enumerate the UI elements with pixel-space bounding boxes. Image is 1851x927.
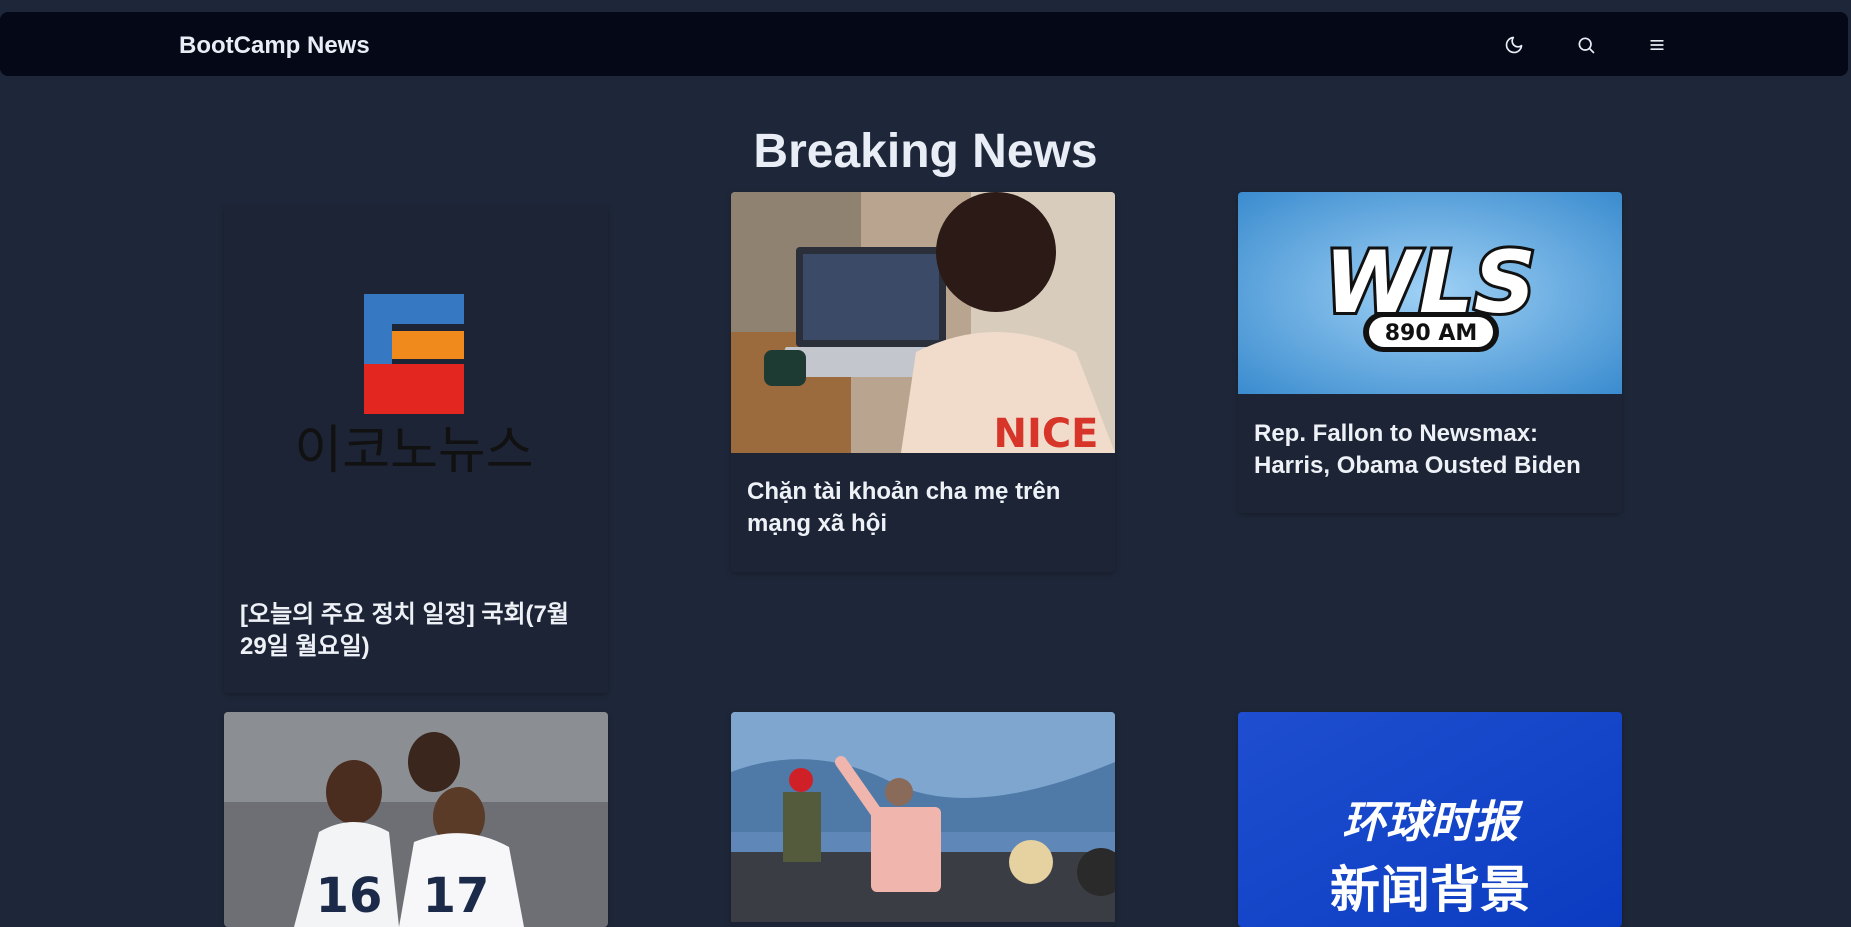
- news-card[interactable]: 이코노뉴스 [오늘의 주요 정치 일정] 국회(7월 29일 월요일): [224, 206, 608, 693]
- news-card[interactable]: WLS 890 AM Rep. Fallon to Newsmax: Harri…: [1238, 192, 1622, 513]
- top-navbar: BootCamp News: [0, 12, 1848, 76]
- global-times-logo: 环球时报: [1342, 797, 1524, 848]
- search-button[interactable]: [1572, 31, 1600, 59]
- article-image: 이코노뉴스: [224, 206, 608, 566]
- logo-text: 이코노뉴스: [294, 421, 533, 481]
- article-image: 16 17: [224, 712, 608, 927]
- news-card[interactable]: 16 17: [224, 712, 608, 927]
- news-card[interactable]: NICE Chặn tài khoản cha mẹ trên mạng xã …: [731, 192, 1115, 572]
- search-icon: [1578, 37, 1595, 54]
- article-title[interactable]: Chặn tài khoản cha mẹ trên mạng xã hội: [747, 476, 1099, 540]
- wls-frequency-text: 890 AM: [1385, 321, 1478, 346]
- article-image: 环球时报 新闻背景: [1238, 712, 1622, 927]
- brand-logo[interactable]: BootCamp News: [179, 32, 370, 60]
- menu-icon: [1650, 40, 1664, 51]
- news-card[interactable]: 环球时报 新闻背景: [1238, 712, 1622, 927]
- theme-toggle-button[interactable]: [1500, 31, 1528, 59]
- jersey-number: 16: [316, 868, 383, 924]
- menu-button[interactable]: [1643, 31, 1671, 59]
- shirt-text: NICE: [993, 411, 1098, 453]
- banner-text: 新闻背景: [1330, 861, 1530, 919]
- jersey-number: 17: [423, 868, 490, 924]
- news-card[interactable]: [731, 712, 1115, 927]
- article-title[interactable]: Rep. Fallon to Newsmax: Harris, Obama Ou…: [1254, 418, 1606, 482]
- moon-icon: [1505, 36, 1523, 54]
- article-image: [731, 712, 1115, 922]
- article-title[interactable]: [오늘의 주요 정치 일정] 국회(7월 29일 월요일): [240, 599, 592, 663]
- article-image: WLS 890 AM: [1238, 192, 1622, 394]
- article-image: NICE: [731, 192, 1115, 453]
- page-title: Breaking News: [753, 125, 1098, 178]
